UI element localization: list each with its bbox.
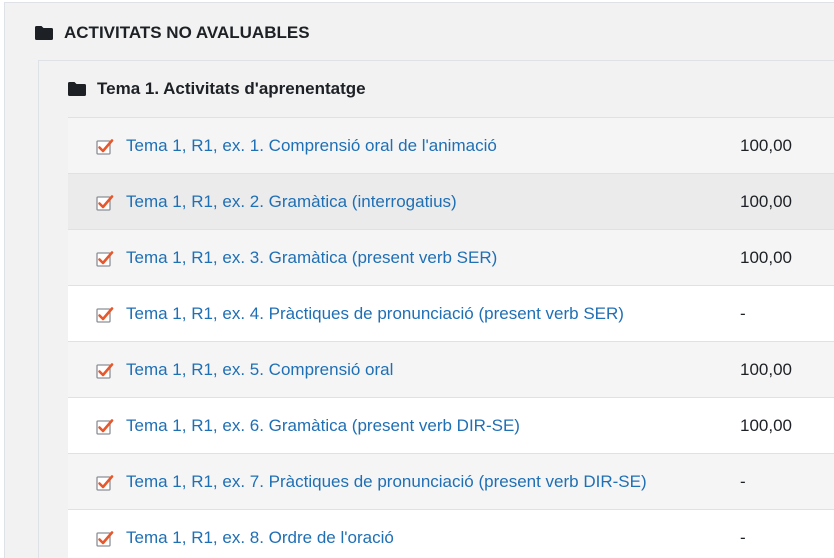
grade-value: 100,00 [740,359,792,379]
quiz-checkbox-icon [96,474,114,492]
quiz-checkbox-icon [96,194,114,212]
grade-item-row: Tema 1, R1, ex. 1. Comprensió oral de l'… [68,117,834,173]
quiz-checkbox-icon [96,362,114,380]
grade-item-row: Tema 1, R1, ex. 3. Gramàtica (present ve… [68,229,834,285]
grade-item-link[interactable]: Tema 1, R1, ex. 1. Comprensió oral de l'… [126,136,497,156]
subcategory-title: Tema 1. Activitats d'aprenentatge [97,79,366,98]
grade-item-row: Tema 1, R1, ex. 5. Comprensió oral 100,0… [68,341,834,397]
grade-item-row: Tema 1, R1, ex. 2. Gramàtica (interrogat… [68,173,834,229]
folder-icon [68,82,86,96]
grade-item-row: Tema 1, R1, ex. 4. Pràctiques de pronunc… [68,285,834,341]
grade-item-link[interactable]: Tema 1, R1, ex. 7. Pràctiques de pronunc… [126,472,647,492]
grade-value: 100,00 [740,135,792,155]
grade-item-link[interactable]: Tema 1, R1, ex. 6. Gramàtica (present ve… [126,416,520,436]
category-header: ACTIVITATS NO AVALUABLES [35,7,310,59]
grade-item-row: Tema 1, R1, ex. 8. Ordre de l'oració - [68,509,834,558]
category-level-2: Tema 1. Activitats d'aprenentatge Tema 1… [38,60,834,558]
category-level-1: ACTIVITATS NO AVALUABLES Tema 1. Activit… [4,2,834,558]
grade-value: 100,00 [740,191,792,211]
quiz-checkbox-icon [96,250,114,268]
grade-value: 100,00 [740,415,792,435]
grade-report-page: ACTIVITATS NO AVALUABLES Tema 1. Activit… [0,0,834,558]
grade-value: - [740,471,746,491]
folder-icon [35,26,53,40]
quiz-checkbox-icon [96,138,114,156]
grade-item-link[interactable]: Tema 1, R1, ex. 4. Pràctiques de pronunc… [126,304,624,324]
grade-value: - [740,303,746,323]
quiz-checkbox-icon [96,418,114,436]
category-title: ACTIVITATS NO AVALUABLES [64,23,310,42]
quiz-checkbox-icon [96,530,114,548]
grade-item-row: Tema 1, R1, ex. 6. Gramàtica (present ve… [68,397,834,453]
quiz-checkbox-icon [96,306,114,324]
grade-item-link[interactable]: Tema 1, R1, ex. 3. Gramàtica (present ve… [126,248,497,268]
grade-item-row: Tema 1, R1, ex. 7. Pràctiques de pronunc… [68,453,834,509]
grade-value: 100,00 [740,247,792,267]
grade-items-list: Tema 1, R1, ex. 1. Comprensió oral de l'… [68,117,834,558]
grade-value: - [740,527,746,547]
subcategory-header: Tema 1. Activitats d'aprenentatge [68,61,366,117]
grade-item-link[interactable]: Tema 1, R1, ex. 2. Gramàtica (interrogat… [126,192,457,212]
grade-item-link[interactable]: Tema 1, R1, ex. 8. Ordre de l'oració [126,528,394,548]
grade-item-link[interactable]: Tema 1, R1, ex. 5. Comprensió oral [126,360,393,380]
